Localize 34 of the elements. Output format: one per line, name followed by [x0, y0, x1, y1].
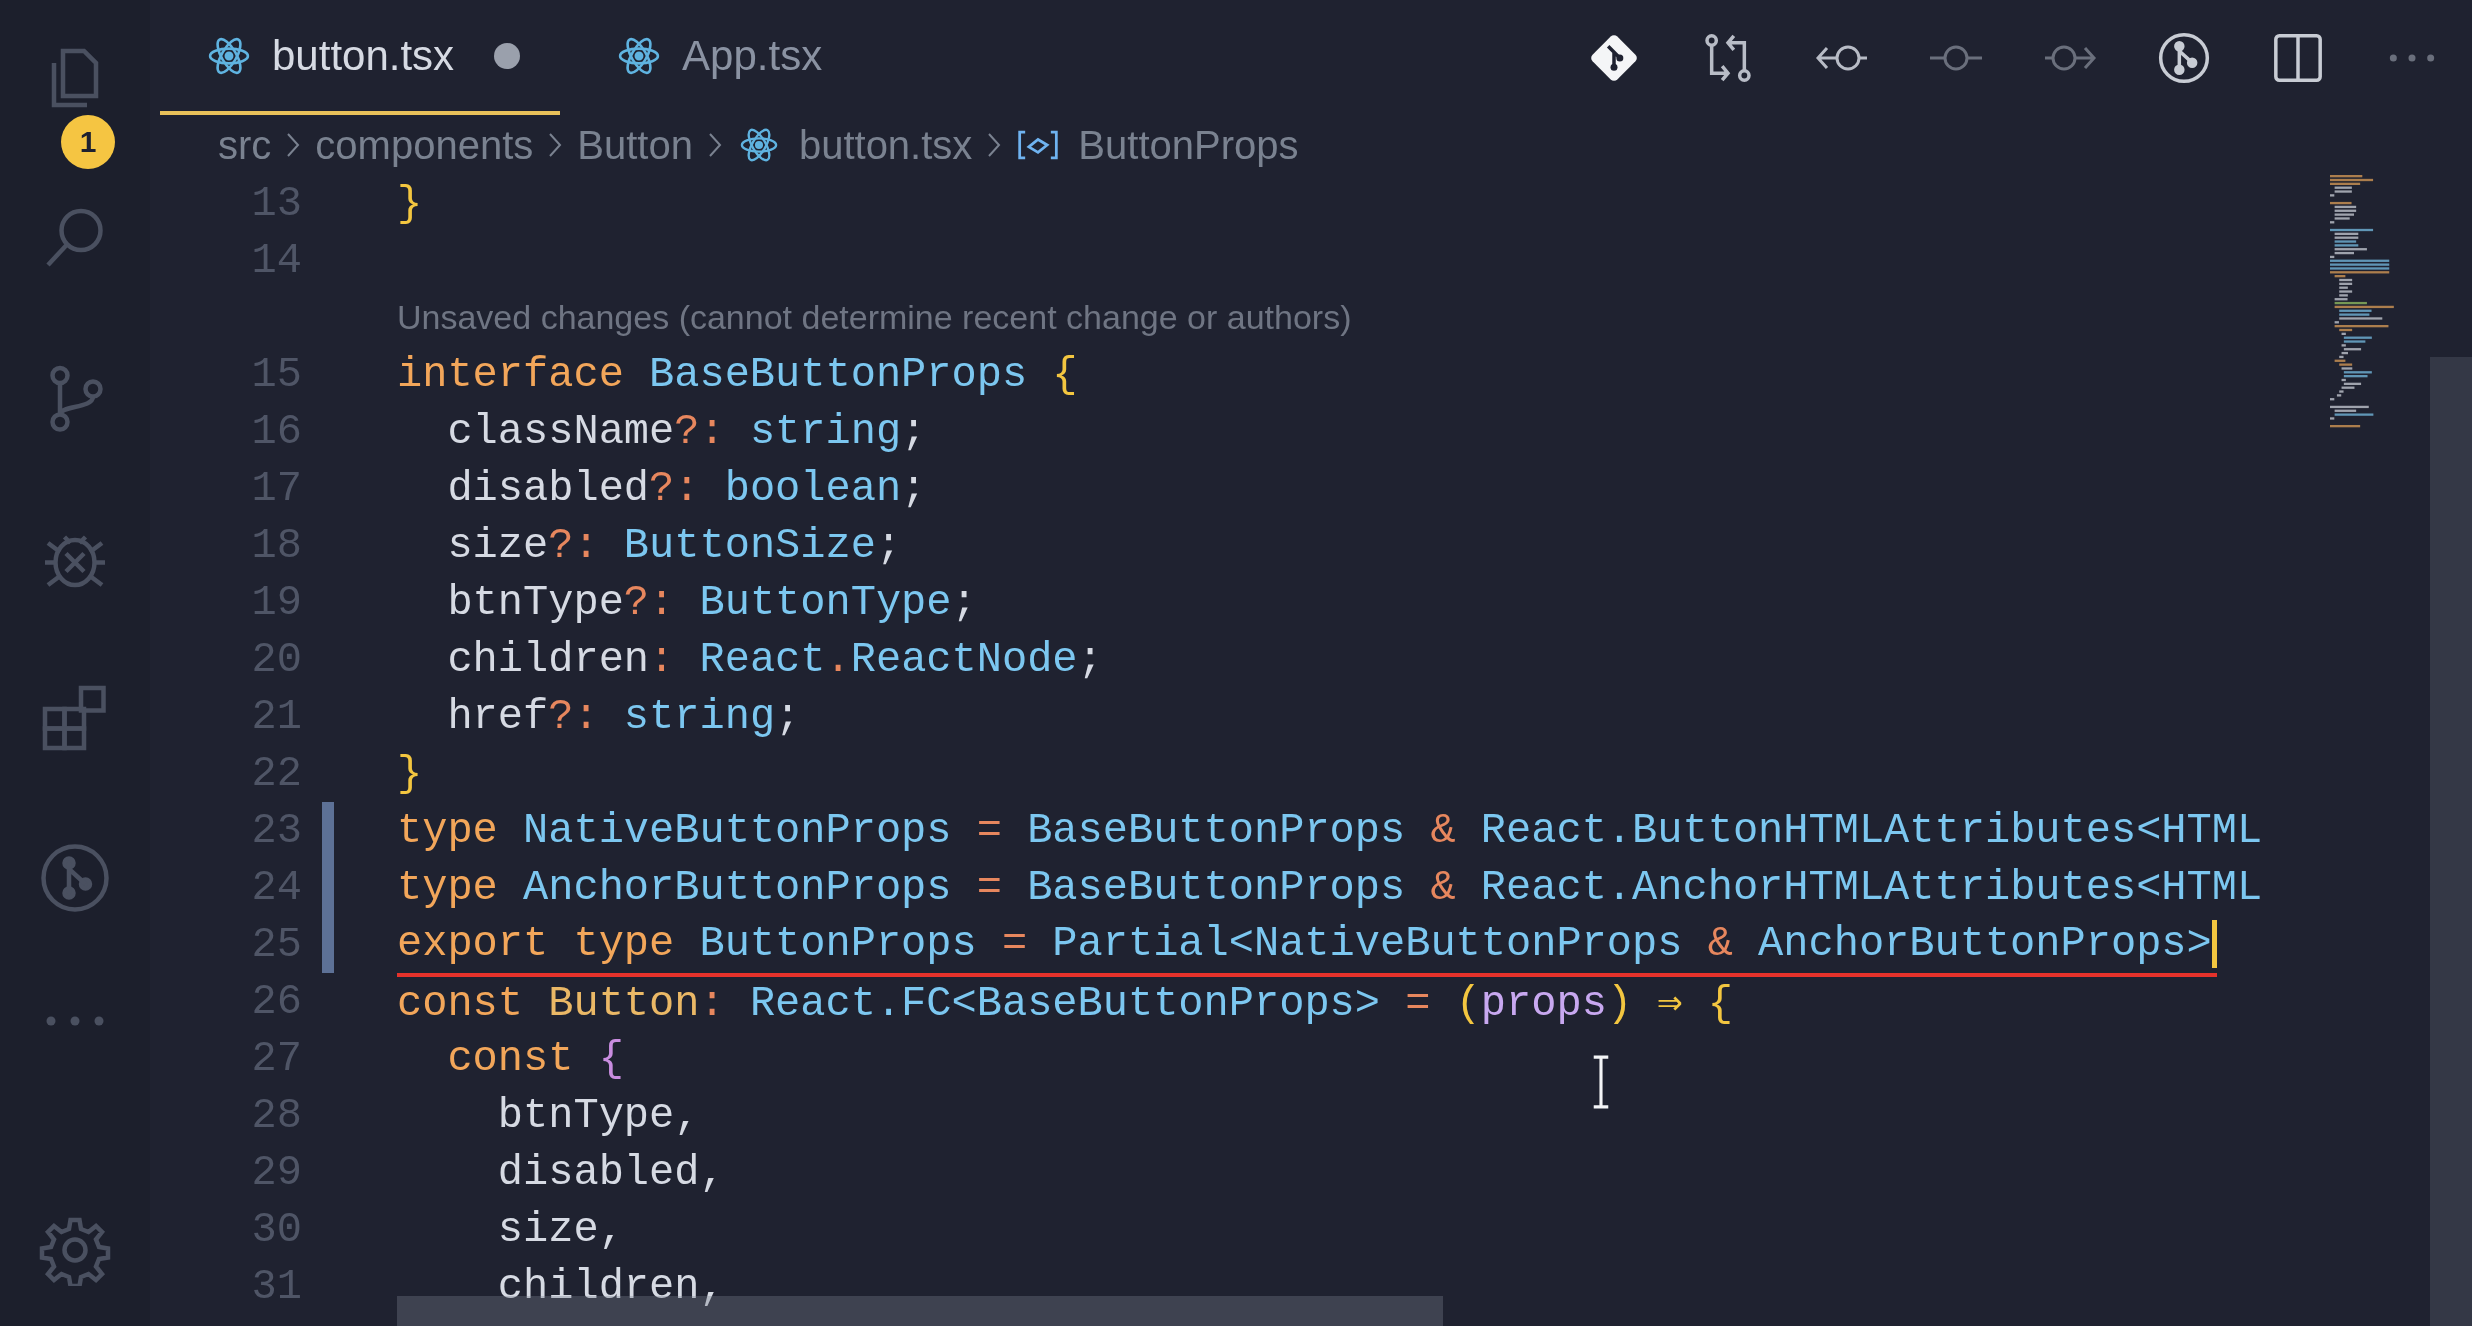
code-line: interface BaseButtonProps {: [397, 350, 1078, 399]
tab-label: button.tsx: [272, 31, 455, 80]
code-line: }: [397, 179, 423, 228]
code-line: const {: [446, 1034, 624, 1083]
code-line: children: React.ReactNode;: [446, 635, 1103, 684]
code-line: }: [397, 749, 423, 798]
breadcrumb-item[interactable]: Button: [577, 122, 693, 168]
tab-label: App.tsx: [682, 31, 823, 80]
code-line: disabled?: boolean;: [446, 464, 927, 513]
unsaved-dot-icon: [494, 42, 521, 69]
editor-tab[interactable]: button.tsx: [160, 0, 561, 115]
chevron-right-icon: [706, 131, 723, 159]
chevron-right-icon: [986, 131, 1003, 159]
code-line: href?: string;: [446, 692, 801, 741]
code-line: btnType,: [496, 1091, 700, 1140]
code-line: export type ButtonProps = Partial<NativeButtonProps & AnchorButtonProps>: [397, 920, 2217, 977]
code-line: className?: string;: [446, 407, 927, 456]
breadcrumb-item[interactable]: ButtonProps: [1078, 122, 1299, 168]
editor-tab[interactable]: App.tsx: [570, 0, 863, 115]
breadcrumb-item[interactable]: button.tsx: [798, 122, 973, 168]
code-line: children,: [496, 1262, 725, 1311]
code-line: type AnchorButtonProps = BaseButtonProps & React.AnchorHTMLAttributes<HTML: [397, 863, 2263, 912]
codelens-text[interactable]: Unsaved changes (cannot determine recent change or authors): [397, 298, 1352, 337]
chevron-right-icon: [285, 131, 302, 159]
code-line: const Button: React.FC<BaseButtonProps> = (props) ⇒ {: [397, 978, 1733, 1028]
code-line: btnType?: ButtonType;: [446, 578, 977, 627]
breadcrumb-item[interactable]: components: [315, 122, 534, 168]
code-line: disabled,: [496, 1148, 725, 1197]
breadcrumb-item[interactable]: src: [218, 122, 272, 168]
code-line: size,: [496, 1205, 624, 1254]
code-line: type NativeButtonProps = BaseButtonProps & React.ButtonHTMLAttributes<HTML: [397, 806, 2263, 855]
chevron-right-icon: [547, 131, 564, 159]
notification-badge: 1: [61, 115, 115, 169]
code-line: size?: ButtonSize;: [446, 521, 902, 570]
